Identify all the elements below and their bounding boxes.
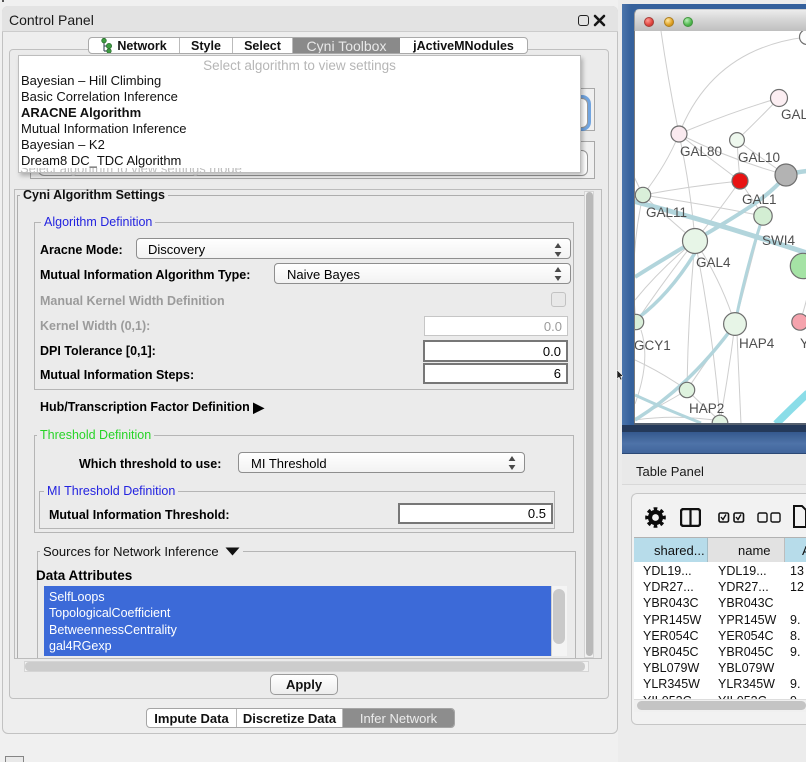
svg-text:GAL7: GAL7 bbox=[781, 107, 806, 122]
svg-text:HAP4: HAP4 bbox=[739, 336, 775, 351]
svg-text:GAL4: GAL4 bbox=[696, 255, 731, 270]
svg-text:HAP2: HAP2 bbox=[689, 401, 724, 416]
svg-text:SWI4: SWI4 bbox=[762, 233, 795, 248]
svg-text:Y: Y bbox=[800, 336, 806, 351]
svg-text:GCY1: GCY1 bbox=[635, 338, 671, 353]
svg-text:GAL11: GAL11 bbox=[646, 205, 687, 220]
svg-text:GAL10: GAL10 bbox=[738, 150, 780, 165]
svg-text:GAL80: GAL80 bbox=[680, 144, 722, 159]
svg-text:GAL1: GAL1 bbox=[742, 192, 777, 207]
